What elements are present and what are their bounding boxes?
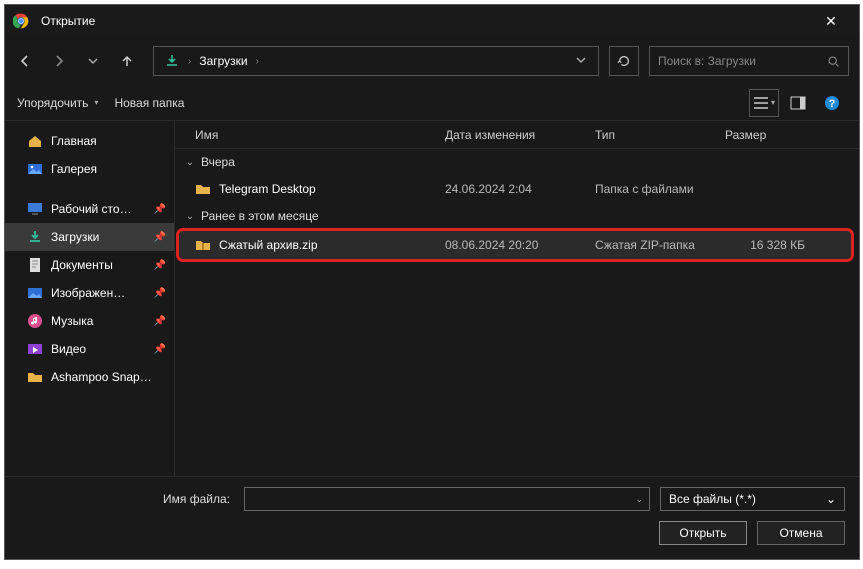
col-header-size[interactable]: Размер	[725, 128, 815, 142]
sidebar-item-music[interactable]: Музыка📌	[5, 307, 174, 335]
file-row-telegram[interactable]: Telegram Desktop 24.06.2024 2:04 Папка с…	[175, 175, 859, 203]
close-button[interactable]: ✕	[811, 13, 851, 30]
path-segment-downloads[interactable]: Загрузки	[195, 54, 251, 68]
filename-input[interactable]: ⌄	[244, 487, 650, 511]
titlebar: Открытие ✕	[5, 5, 859, 37]
home-icon	[27, 133, 43, 149]
column-headers[interactable]: Имя Дата изменения Тип Размер	[175, 121, 859, 149]
chevron-down-icon: ⌄	[183, 211, 197, 222]
file-row-zip-highlighted[interactable]: Сжатый архив.zip 08.06.2024 20:20 Сжатая…	[179, 231, 851, 259]
caret-down-icon: ⌄	[635, 494, 643, 505]
recent-dropdown[interactable]	[77, 45, 109, 77]
sidebar-item-downloads[interactable]: Загрузки📌	[5, 223, 174, 251]
group-earlier-month[interactable]: ⌄Ранее в этом месяце	[175, 203, 859, 229]
cancel-button[interactable]: Отмена	[757, 521, 845, 545]
filter-select[interactable]: Все файлы (*.*)⌄	[660, 487, 845, 511]
window-title: Открытие	[41, 14, 811, 28]
dialog-footer: Имя файла: ⌄ Все файлы (*.*)⌄ Открыть От…	[5, 476, 859, 559]
sidebar-item-video[interactable]: Видео📌	[5, 335, 174, 363]
col-header-date[interactable]: Дата изменения	[445, 128, 595, 142]
col-header-type[interactable]: Тип	[595, 128, 725, 142]
gallery-icon	[27, 161, 43, 177]
pin-icon: 📌	[154, 204, 166, 215]
organize-menu[interactable]: Упорядочить▾	[17, 96, 98, 110]
group-yesterday[interactable]: ⌄Вчера	[175, 149, 859, 175]
pin-icon: 📌	[154, 344, 166, 355]
sidebar-item-home[interactable]: Главная	[5, 127, 174, 155]
chevron-right-icon: ›	[184, 56, 195, 67]
search-placeholder: Поиск в: Загрузки	[658, 54, 821, 68]
caret-down-icon: ▾	[771, 98, 775, 107]
path-history-dropdown[interactable]	[570, 54, 592, 68]
sidebar-item-snap[interactable]: Ashampoo Snap…	[5, 363, 174, 391]
folder-icon	[27, 369, 43, 385]
file-open-dialog: Открытие ✕ › Загрузки › Поиск в: Загрузк…	[4, 4, 860, 560]
help-button[interactable]: ?	[817, 89, 847, 117]
caret-down-icon: ⌄	[826, 492, 836, 506]
filename-label: Имя файла:	[19, 492, 234, 506]
address-bar[interactable]: › Загрузки ›	[153, 46, 599, 76]
back-button[interactable]	[9, 45, 41, 77]
zip-folder-icon	[195, 237, 211, 253]
new-folder-button[interactable]: Новая папка	[114, 96, 184, 110]
pin-icon: 📌	[154, 260, 166, 271]
downloads-icon	[164, 53, 180, 69]
sidebar: Главная Галерея Рабочий сто…📌 Загрузки📌 …	[5, 121, 175, 476]
downloads-icon	[27, 229, 43, 245]
forward-button[interactable]	[43, 45, 75, 77]
images-icon	[27, 285, 43, 301]
view-mode-button[interactable]: ▾	[749, 89, 779, 117]
sidebar-item-desktop[interactable]: Рабочий сто…📌	[5, 195, 174, 223]
chevron-down-icon: ⌄	[183, 157, 197, 168]
preview-pane-button[interactable]	[783, 89, 813, 117]
open-button[interactable]: Открыть	[659, 521, 747, 545]
navbar: › Загрузки › Поиск в: Загрузки	[5, 37, 859, 85]
refresh-button[interactable]	[609, 46, 639, 76]
search-input[interactable]: Поиск в: Загрузки	[649, 46, 849, 76]
svg-text:?: ?	[829, 98, 836, 110]
sidebar-item-gallery[interactable]: Галерея	[5, 155, 174, 183]
pin-icon: 📌	[154, 288, 166, 299]
desktop-icon	[27, 201, 43, 217]
col-header-name[interactable]: Имя	[195, 128, 445, 142]
music-icon	[27, 313, 43, 329]
pin-icon: 📌	[154, 232, 166, 243]
chrome-icon	[13, 13, 29, 29]
search-icon	[827, 55, 840, 68]
video-icon	[27, 341, 43, 357]
toolbar: Упорядочить▾ Новая папка ▾ ?	[5, 85, 859, 121]
chevron-right-icon: ›	[252, 56, 263, 67]
sidebar-item-documents[interactable]: Документы📌	[5, 251, 174, 279]
up-button[interactable]	[111, 45, 143, 77]
sidebar-item-images[interactable]: Изображен…📌	[5, 279, 174, 307]
caret-down-icon: ▾	[94, 98, 98, 107]
file-list: Имя Дата изменения Тип Размер ⌄Вчера Tel…	[175, 121, 859, 476]
path-root-icon[interactable]	[160, 53, 184, 69]
documents-icon	[27, 257, 43, 273]
folder-icon	[195, 181, 211, 197]
pin-icon: 📌	[154, 316, 166, 327]
